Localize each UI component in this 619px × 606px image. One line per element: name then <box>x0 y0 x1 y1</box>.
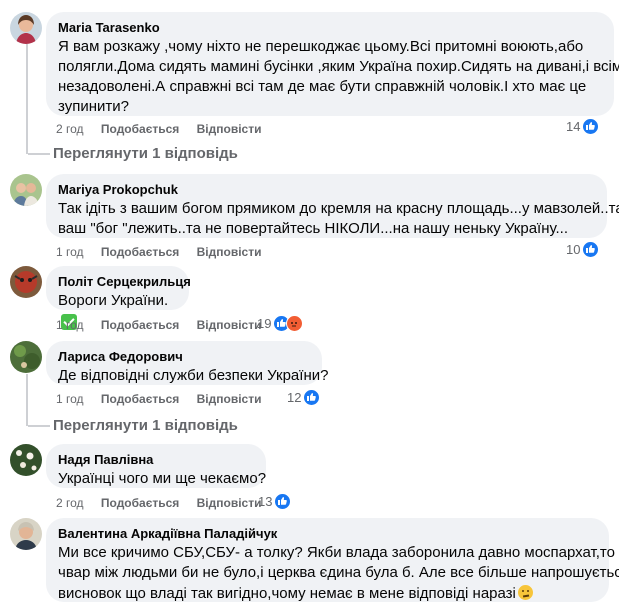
reaction-summary[interactable]: 13 <box>258 493 292 510</box>
comment-actions: 1 год Подобається Відповісти <box>56 244 275 260</box>
like-link[interactable]: Подобається <box>101 244 179 260</box>
reply-link[interactable]: Відповісти <box>197 121 262 137</box>
comment-time[interactable]: 2 год <box>56 495 84 511</box>
comment-text: Так ідіть з вашим богом прямиком до крем… <box>58 200 619 237</box>
reply-link[interactable]: Відповісти <box>197 244 262 260</box>
avatar[interactable] <box>10 341 42 373</box>
angry-reaction-icon <box>286 315 304 332</box>
view-replies-link[interactable]: Переглянути 1 відповідь <box>28 417 238 434</box>
comment-author[interactable]: Лариса Федорович <box>58 349 310 365</box>
like-link[interactable]: Подобається <box>101 391 179 407</box>
comment-bubble: Надя Павлівна Українці чого ми ще чекаєм… <box>46 444 266 488</box>
like-reaction-icon <box>582 241 600 258</box>
reply-connector <box>28 152 50 155</box>
comment-actions: 2 год Подобається Відповісти <box>56 495 275 511</box>
like-link[interactable]: Подобається <box>101 317 179 333</box>
comment-author[interactable]: Надя Павлівна <box>58 452 254 468</box>
view-replies-link[interactable]: Переглянути 1 відповідь <box>28 145 238 162</box>
like-link[interactable]: Подобається <box>101 121 179 137</box>
reaction-summary[interactable]: 12 <box>287 389 321 406</box>
comment-bubble: Валентина Аркадіївна Паладійчук Ми все к… <box>46 518 619 602</box>
avatar[interactable] <box>10 518 42 550</box>
comment-bubble: Mariya Prokopchuk Так ідіть з вашим бого… <box>46 174 619 238</box>
comment-text: Де відповідні служби безпеки України? <box>58 367 329 384</box>
comment-bubble: Політ Серцекрильця Вороги України. <box>46 266 191 330</box>
comment-time[interactable]: 1 год <box>56 317 84 333</box>
comment-author[interactable]: Політ Серцекрильця <box>58 274 191 290</box>
comment-actions: 2 год Подобається Відповісти <box>56 121 275 137</box>
comment-text: Ми все кричимо СБУ,СБУ- а толку? Якби вл… <box>58 544 619 602</box>
reply-connector <box>28 424 50 427</box>
reaction-count: 13 <box>258 494 273 509</box>
like-link[interactable]: Подобається <box>101 495 179 511</box>
comment-author[interactable]: Валентина Аркадіївна Паладійчук <box>58 526 597 542</box>
comment-text: Українці чого ми ще чекаємо? <box>58 470 267 487</box>
reaction-count: 19 <box>257 316 272 331</box>
avatar[interactable] <box>10 266 42 298</box>
comment-time[interactable]: 1 год <box>56 391 84 407</box>
avatar[interactable] <box>10 444 42 476</box>
comment-author[interactable]: Maria Tarasenko <box>58 20 602 36</box>
like-reaction-icon <box>274 493 292 510</box>
comment-author[interactable]: Mariya Prokopchuk <box>58 182 595 198</box>
comment-time[interactable]: 1 год <box>56 244 84 260</box>
reaction-summary[interactable]: 19 <box>257 315 304 332</box>
reaction-summary[interactable]: 14 <box>566 118 600 135</box>
reaction-count: 14 <box>566 119 581 134</box>
comment-time[interactable]: 2 год <box>56 121 84 137</box>
reply-link[interactable]: Відповісти <box>197 391 262 407</box>
avatar[interactable] <box>10 12 42 44</box>
reply-link[interactable]: Відповісти <box>197 317 262 333</box>
reaction-count: 12 <box>287 390 302 405</box>
avatar[interactable] <box>10 174 42 206</box>
like-reaction-icon <box>303 389 321 406</box>
comment-bubble: Maria Tarasenko Я вам розкажу ,чому ніхт… <box>46 12 619 116</box>
comment-bubble: Лариса Федорович Де відповідні служби бе… <box>46 341 329 385</box>
reaction-count: 10 <box>566 242 581 257</box>
like-reaction-icon <box>582 118 600 135</box>
reply-link[interactable]: Відповісти <box>197 495 262 511</box>
thread-line <box>26 44 28 154</box>
comment-actions: 1 год Подобається Відповісти <box>56 391 275 407</box>
reaction-summary[interactable]: 10 <box>566 241 600 258</box>
thinking-face-icon <box>517 585 533 600</box>
comment-actions: 1 год Подобається Відповісти <box>56 317 275 333</box>
comment-text: Я вам розкажу ,чому ніхто не перешкоджає… <box>58 38 619 115</box>
